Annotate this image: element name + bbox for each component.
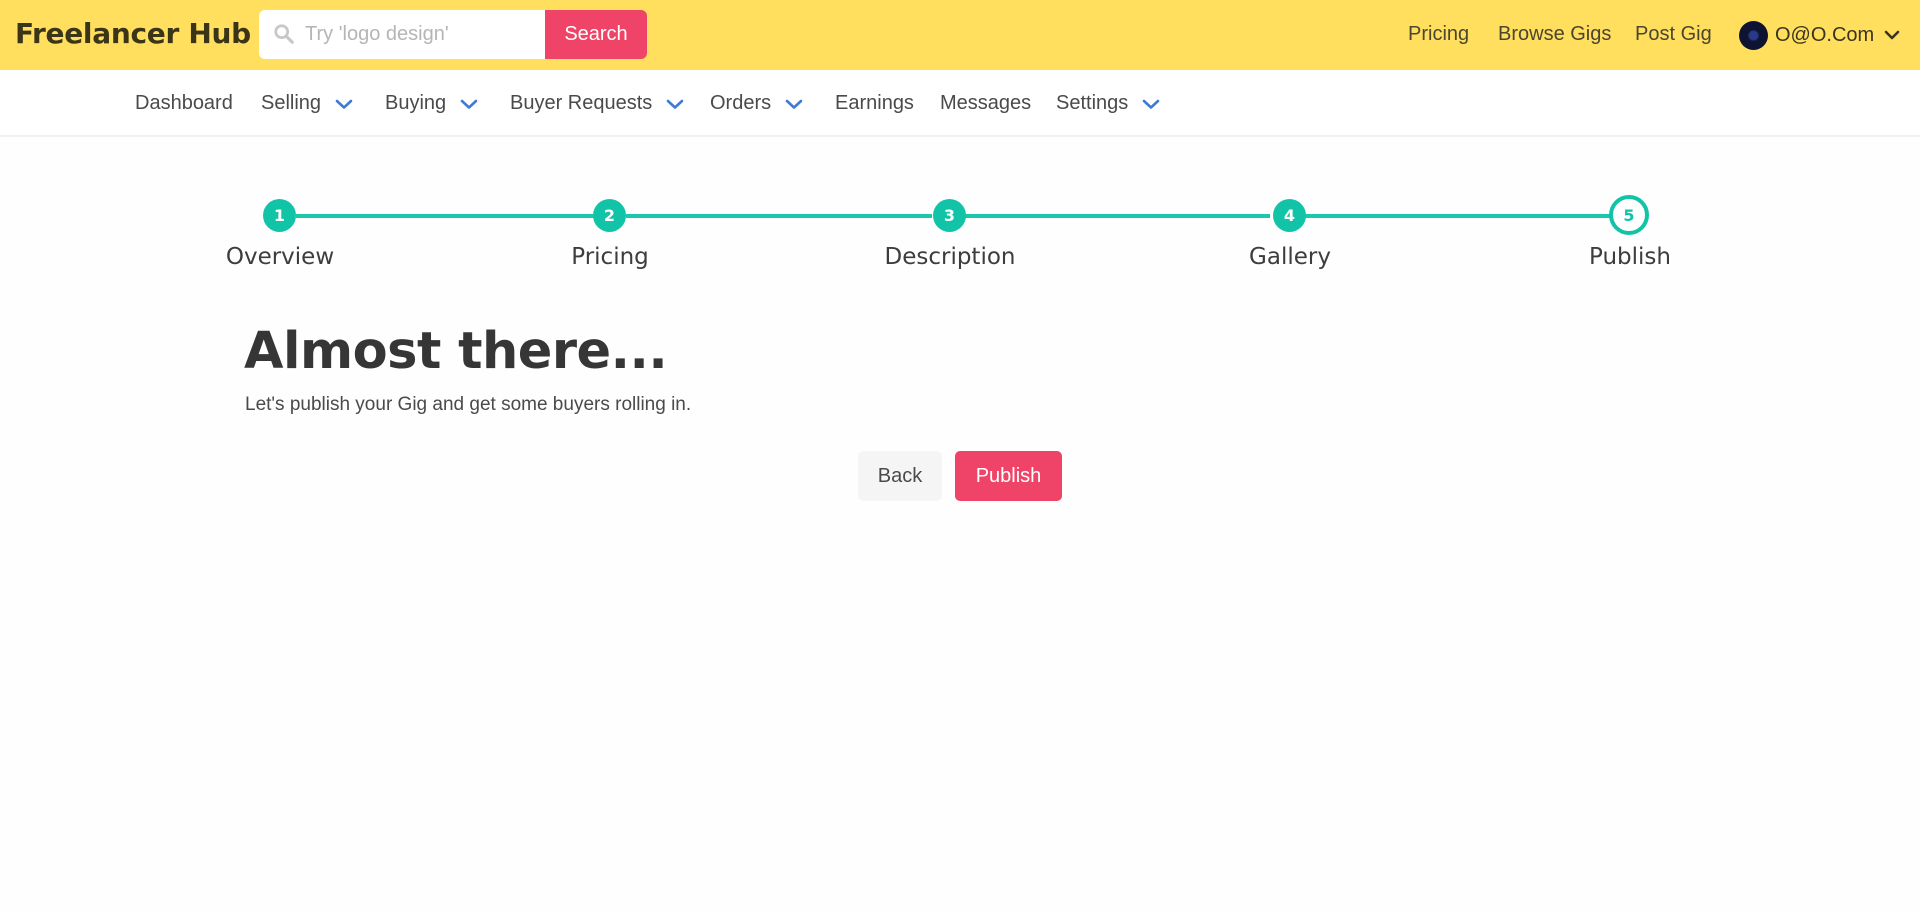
chevron-down-icon [666, 99, 684, 109]
nav-item-settings[interactable]: Settings [1056, 92, 1160, 115]
chevron-down-icon [335, 99, 353, 109]
top-bar: Freelancer Hub Search Pricing Browse Gig… [0, 0, 1920, 70]
top-link-pricing[interactable]: Pricing [1408, 23, 1469, 46]
avatar [1739, 20, 1768, 50]
step-connector [1300, 214, 1610, 218]
nav-item-label: Dashboard [135, 92, 233, 114]
step-label-overview: Overview [225, 244, 335, 270]
step-label-description: Description [884, 244, 1016, 270]
nav-item-label: Buying [385, 92, 447, 114]
top-link-browse-gigs[interactable]: Browse Gigs [1498, 23, 1611, 46]
chevron-down-icon [785, 99, 803, 109]
sub-navigation: Dashboard Selling Buying Buyer Requests … [0, 70, 1920, 137]
step-connector [962, 214, 1270, 218]
nav-item-label: Messages [940, 92, 1032, 114]
step-2-marker[interactable]: 2 [593, 199, 626, 232]
nav-item-selling[interactable]: Selling [261, 92, 353, 115]
step-label-gallery: Gallery [1249, 244, 1331, 270]
step-1-marker[interactable]: 1 [263, 199, 296, 232]
step-4-marker[interactable]: 4 [1273, 199, 1306, 232]
nav-item-buying[interactable]: Buying [385, 92, 478, 115]
account-menu[interactable]: O@O.Com [1739, 20, 1900, 50]
nav-item-messages[interactable]: Messages [940, 92, 1031, 115]
back-button[interactable]: Back [858, 451, 942, 501]
search-input[interactable] [305, 10, 541, 59]
nav-item-label: Settings [1056, 92, 1129, 114]
top-link-post-gig[interactable]: Post Gig [1635, 23, 1712, 46]
brand-logo[interactable]: Freelancer Hub [15, 17, 251, 50]
nav-item-label: Selling [261, 92, 322, 114]
nav-item-label: Earnings [835, 92, 914, 114]
search-box [259, 10, 546, 59]
page-title: Almost there... [244, 322, 668, 381]
search-button[interactable]: Search [545, 10, 647, 59]
nav-item-label: Buyer Requests [510, 92, 653, 114]
publish-button[interactable]: Publish [955, 451, 1062, 501]
nav-item-orders[interactable]: Orders [710, 92, 803, 115]
page-subtitle: Let's publish your Gig and get some buye… [245, 394, 692, 415]
step-5-marker[interactable]: 5 [1609, 195, 1649, 235]
step-label-publish: Publish [1589, 244, 1671, 270]
search-icon [274, 24, 294, 44]
chevron-down-icon [1884, 30, 1900, 40]
nav-item-dashboard[interactable]: Dashboard [135, 92, 233, 115]
step-label-pricing: Pricing [571, 244, 649, 270]
nav-item-buyer-requests[interactable]: Buyer Requests [510, 92, 684, 115]
chevron-down-icon [1142, 99, 1160, 109]
nav-item-earnings[interactable]: Earnings [835, 92, 914, 115]
nav-item-label: Orders [710, 92, 772, 114]
account-label: O@O.Com [1775, 23, 1875, 46]
step-connector [296, 214, 596, 218]
step-3-marker[interactable]: 3 [933, 199, 966, 232]
chevron-down-icon [460, 99, 478, 109]
step-connector [626, 214, 932, 218]
